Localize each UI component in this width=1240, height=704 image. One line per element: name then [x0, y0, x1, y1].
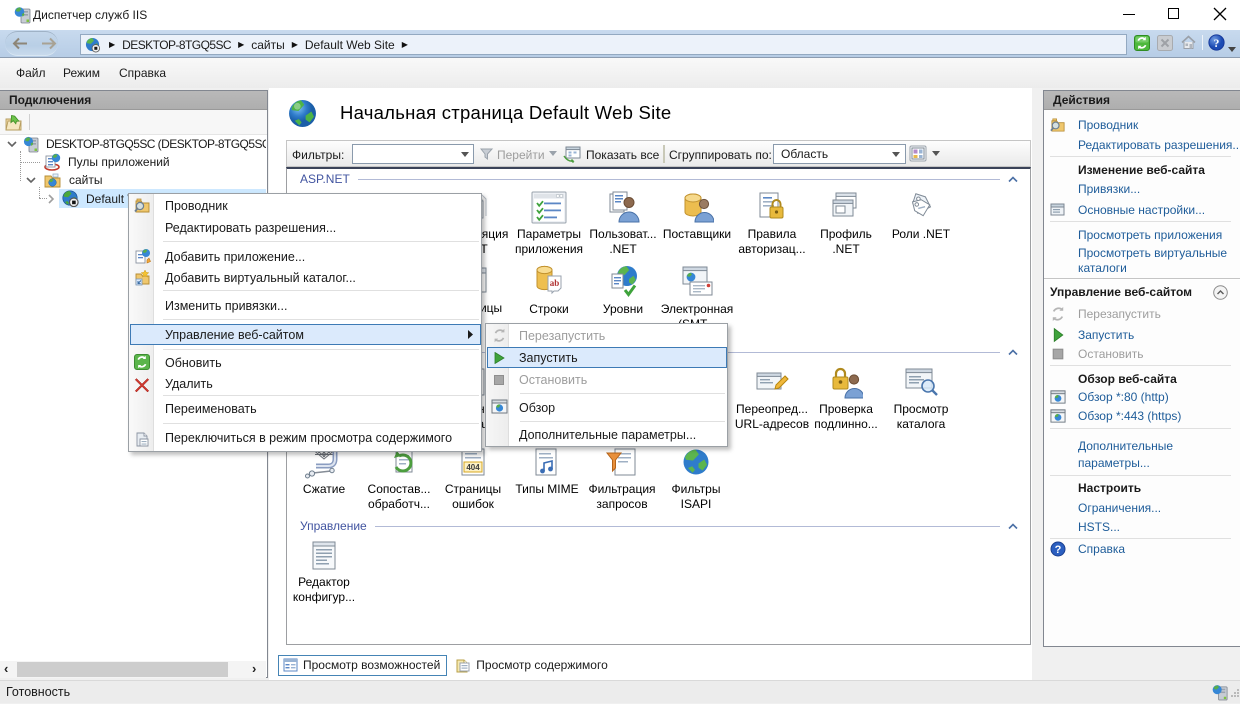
svg-text:ab: ab [550, 278, 560, 288]
svg-text:?: ? [1055, 544, 1062, 556]
svg-text:?: ? [1214, 38, 1220, 50]
svg-text:404: 404 [466, 463, 480, 472]
